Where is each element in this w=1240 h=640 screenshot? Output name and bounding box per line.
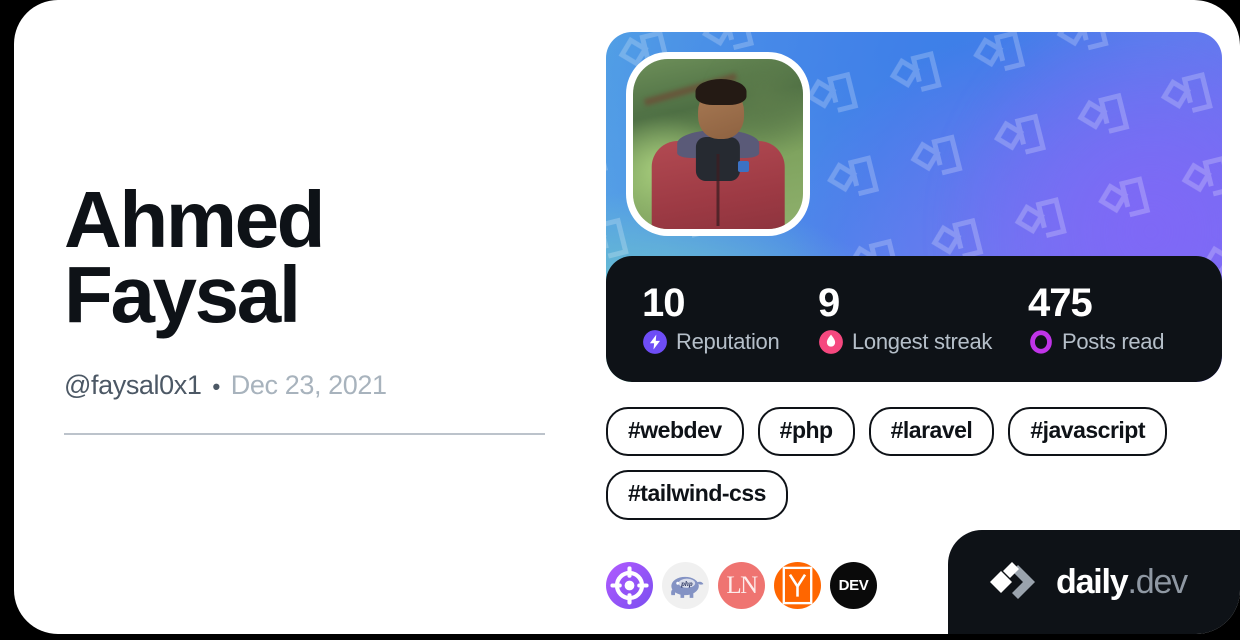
- screenshot-root: Ahmed Faysal @faysal0x1 • Dec 23, 2021 1…: [0, 0, 1240, 640]
- streak-flame-icon: [819, 330, 843, 354]
- joined-date: Dec 23, 2021: [230, 370, 387, 401]
- profile-showcase: 10 Reputation 9 Longest streak 475 Posts…: [606, 32, 1222, 609]
- tag-webdev[interactable]: #webdev: [606, 407, 744, 457]
- y-combinator-icon: [782, 566, 813, 605]
- badge-logrocket-icon[interactable]: LN: [718, 562, 765, 609]
- wordmark-daily: daily: [1056, 562, 1129, 601]
- stat-posts-read: 475 Posts read: [1028, 283, 1164, 355]
- cover-banner: 10 Reputation 9 Longest streak 475 Posts…: [606, 32, 1222, 382]
- profile-identity: Ahmed Faysal @faysal0x1 • Dec 23, 2021: [64, 175, 564, 436]
- wordmark-dev: .dev: [1127, 562, 1188, 601]
- display-name-line-1: Ahmed: [64, 175, 326, 264]
- tag-tailwind-css[interactable]: #tailwind-css: [606, 470, 788, 520]
- display-name-line-2: Faysal: [64, 250, 301, 340]
- daily-dev-wordmark: daily.dev: [1056, 562, 1188, 602]
- badge-dev-icon[interactable]: DEV: [830, 562, 877, 609]
- svg-text:php: php: [680, 579, 693, 588]
- tag-php[interactable]: #php: [757, 407, 855, 457]
- avatar-person-hair: [695, 79, 747, 105]
- tag-javascript[interactable]: #javascript: [1008, 407, 1168, 457]
- target-icon: [610, 566, 649, 605]
- posts-read-eye-icon: [1030, 330, 1052, 354]
- stat-reputation-label: Reputation: [676, 329, 780, 354]
- avatar-person-jacket-logo: [738, 161, 750, 172]
- profile-meta: @faysal0x1 • Dec 23, 2021: [64, 370, 564, 401]
- tag-list: #webdev #php #laravel #javascript #tailw…: [606, 407, 1222, 520]
- tag-laravel[interactable]: #laravel: [868, 407, 995, 457]
- stat-longest-streak-label: Longest streak: [852, 329, 993, 354]
- badge-ln-label: LN: [726, 571, 758, 599]
- avatar[interactable]: [626, 52, 810, 236]
- meta-separator: •: [212, 374, 220, 400]
- badge-dev-label: DEV: [838, 577, 869, 594]
- section-divider: [64, 433, 545, 436]
- stat-reputation: 10 Reputation: [642, 283, 818, 355]
- badge-php-icon[interactable]: php: [662, 562, 709, 609]
- page-title: Ahmed Faysal: [64, 175, 404, 340]
- avatar-image: [633, 59, 803, 229]
- stat-posts-read-label: Posts read: [1062, 329, 1165, 354]
- profile-handle[interactable]: @faysal0x1: [64, 370, 202, 401]
- reputation-bolt-icon: [643, 330, 667, 354]
- badge-hackernews-icon[interactable]: [774, 562, 821, 609]
- badge-dailydev-icon[interactable]: [606, 562, 653, 609]
- avatar-person-zipper: [716, 154, 720, 226]
- stat-longest-streak: 9 Longest streak: [818, 283, 1028, 355]
- profile-card: Ahmed Faysal @faysal0x1 • Dec 23, 2021 1…: [14, 0, 1240, 634]
- stat-posts-read-value: 475: [1028, 281, 1093, 325]
- daily-dev-logo-icon: [990, 562, 1035, 599]
- stat-reputation-value: 10: [642, 281, 686, 325]
- badge-list: php LN DEV: [606, 562, 877, 609]
- daily-dev-watermark: daily.dev: [948, 530, 1240, 634]
- stat-longest-streak-value: 9: [818, 281, 840, 325]
- stats-bar: 10 Reputation 9 Longest streak 475 Posts…: [606, 256, 1222, 382]
- elephant-icon: php: [670, 576, 703, 598]
